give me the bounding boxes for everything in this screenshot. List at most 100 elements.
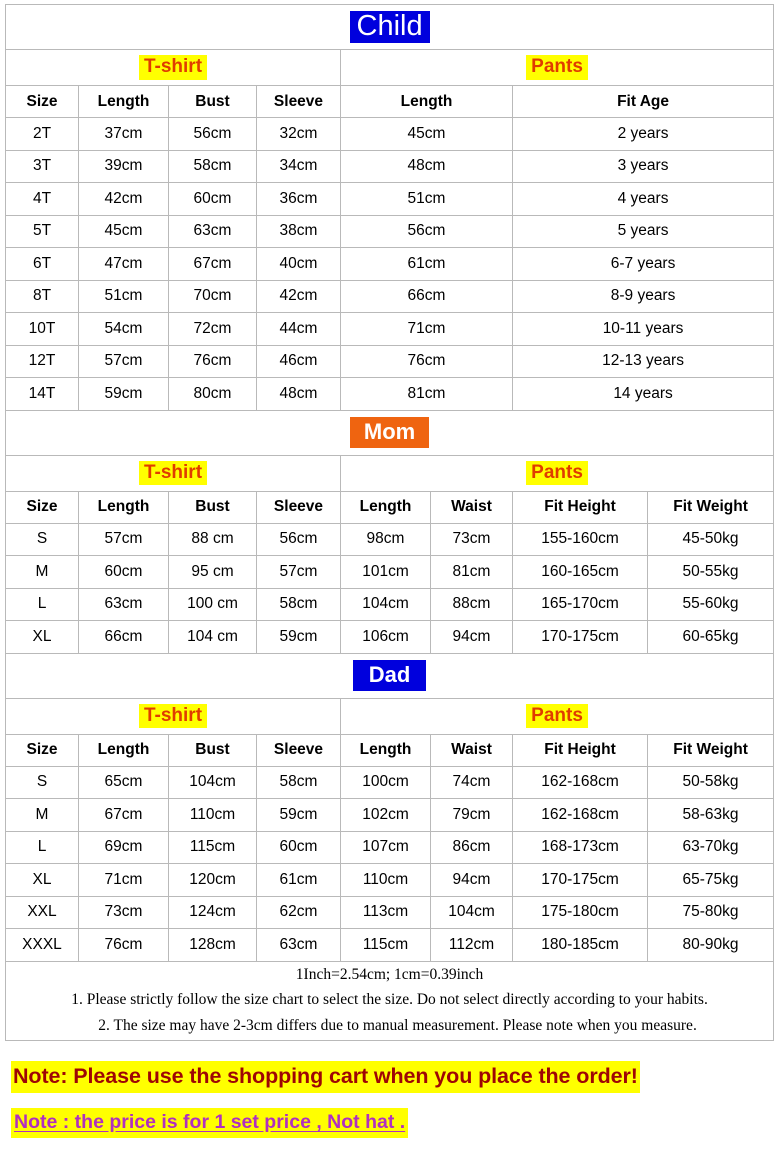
shopping-cart-warning: Note: Please use the shopping cart when … (11, 1060, 640, 1094)
mom-col-sleeve: Sleeve (256, 490, 341, 524)
cell: 69cm (78, 830, 169, 864)
child-col-size: Size (5, 85, 79, 118)
cell: 39cm (78, 149, 169, 183)
cell: 110cm (340, 863, 431, 897)
cell: 54cm (78, 312, 169, 346)
cell: 59cm (256, 620, 341, 654)
dad-col-pants-length: Length (340, 733, 431, 767)
cell: 65cm (78, 765, 169, 799)
cell: M (5, 555, 79, 589)
table-row: M 60cm 95 cm 57cm 101cm 81cm 160-165cm 5… (5, 555, 775, 589)
dad-tshirt-label-cell: T-shirt (5, 697, 341, 735)
cell: 80-90kg (646, 928, 775, 962)
table-row: XL 66cm 104 cm 59cm 106cm 94cm 170-175cm… (5, 620, 775, 654)
cell: 34cm (256, 149, 341, 183)
cell: 112cm (430, 928, 513, 962)
cell: 155-160cm (512, 522, 648, 556)
mom-garment-row: T-shirt Pants (5, 454, 775, 492)
table-row: M 67cm 110cm 59cm 102cm 79cm 162-168cm 5… (5, 798, 775, 832)
mom-col-fit-height: Fit Height (512, 490, 648, 524)
cell: 42cm (78, 182, 169, 216)
cell: 80cm (168, 377, 257, 411)
table-row: XXL 73cm 124cm 62cm 113cm 104cm 175-180c… (5, 895, 775, 929)
cell: 58cm (168, 149, 257, 183)
cell: 57cm (78, 344, 169, 378)
cell: 50-58kg (646, 765, 775, 799)
cell: 74cm (430, 765, 513, 799)
cell: 76cm (340, 344, 513, 378)
price-note-line: Note : the price is for 1 set price , No… (11, 1108, 774, 1138)
cell: 120cm (168, 863, 257, 897)
cell: 170-175cm (512, 620, 648, 654)
cell: 115cm (168, 830, 257, 864)
dad-col-fit-weight: Fit Weight (646, 733, 775, 767)
cell: 94cm (430, 620, 513, 654)
cell: 102cm (340, 798, 431, 832)
cell: 115cm (340, 928, 431, 962)
cell: 65-75kg (646, 863, 775, 897)
child-pants-label: Pants (526, 55, 588, 80)
cell: 106cm (340, 620, 431, 654)
cell: S (5, 522, 79, 556)
mom-col-bust: Bust (168, 490, 257, 524)
cell: 50-55kg (646, 555, 775, 589)
dad-section-badge: Dad (352, 660, 427, 691)
mom-pants-label: Pants (526, 460, 588, 486)
cell: 162-168cm (512, 798, 648, 832)
cell: 60cm (78, 555, 169, 589)
cell: XL (5, 620, 79, 654)
table-row: 10T 54cm 72cm 44cm 71cm 10-11 years (5, 312, 775, 346)
cell: 60cm (256, 830, 341, 864)
cell: 36cm (256, 182, 341, 216)
dad-col-waist: Waist (430, 733, 513, 767)
cell: 48cm (340, 149, 513, 183)
cell: 100cm (340, 765, 431, 799)
dad-col-bust: Bust (168, 733, 257, 767)
cell: 14 years (511, 377, 775, 411)
cell: 4T (5, 182, 79, 216)
cell: 58cm (256, 765, 341, 799)
table-row: 2T 37cm 56cm 32cm 45cm 2 years (5, 117, 775, 151)
cell: 37cm (78, 117, 169, 151)
cell: 66cm (78, 620, 169, 654)
cell: 51cm (340, 182, 513, 216)
cell: 42cm (256, 279, 341, 313)
cell: 40cm (256, 247, 341, 281)
mom-col-fit-weight: Fit Weight (646, 490, 775, 524)
cell: 56cm (340, 214, 513, 248)
cell: 104cm (430, 895, 513, 929)
cell: 71cm (78, 863, 169, 897)
cell: 63cm (256, 928, 341, 962)
cell: 88 cm (168, 522, 257, 556)
child-col-length: Length (78, 85, 169, 118)
cell: 73cm (430, 522, 513, 556)
cell: 2 years (511, 117, 775, 151)
dad-col-size: Size (5, 733, 79, 767)
cell: 57cm (78, 522, 169, 556)
mom-col-pants-length: Length (340, 490, 431, 524)
notes-cell: 1Inch=2.54cm; 1cm=0.39inch 1. Please str… (4, 960, 775, 1041)
cell: 63-70kg (646, 830, 775, 864)
mom-title-cell: Mom (4, 409, 775, 456)
cell: 110cm (168, 798, 257, 832)
price-note: Note : the price is for 1 set price , No… (11, 1108, 409, 1138)
child-section-badge: Child (349, 10, 430, 44)
cell: 60cm (168, 182, 257, 216)
cell: 160-165cm (512, 555, 648, 589)
cell: 63cm (168, 214, 257, 248)
cell: 104cm (168, 765, 257, 799)
mom-tshirt-label: T-shirt (138, 460, 208, 486)
cell: 70cm (168, 279, 257, 313)
cell: 168-173cm (512, 830, 648, 864)
cell: 8-9 years (511, 279, 775, 313)
cell: 170-175cm (512, 863, 648, 897)
child-col-fit-age: Fit Age (511, 85, 775, 118)
cell: 81cm (430, 555, 513, 589)
dad-title-cell: Dad (4, 652, 775, 699)
child-title-row: Child (4, 4, 775, 50)
cell: 10T (5, 312, 79, 346)
cell: 57cm (256, 555, 341, 589)
cell: 2T (5, 117, 79, 151)
dad-garment-row: T-shirt Pants (5, 697, 775, 735)
cell: 73cm (78, 895, 169, 929)
